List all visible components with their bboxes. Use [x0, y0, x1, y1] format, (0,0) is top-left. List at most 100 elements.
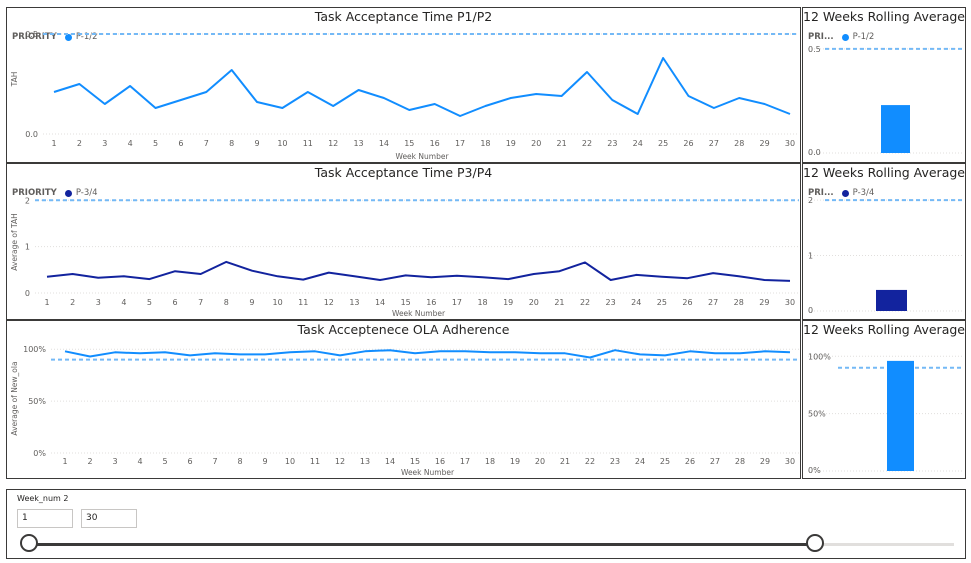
y-tick-label: 1 — [808, 252, 813, 261]
x-tick-label: 4 — [121, 298, 126, 307]
data-point — [327, 271, 330, 274]
ola-line-panel: Task Acceptenece OLA Adherence 0% 50% 100%… — [6, 320, 801, 479]
x-tick-label: 13 — [360, 457, 370, 466]
x-tick-label: 21 — [560, 457, 570, 466]
data-point — [714, 352, 717, 355]
x-tick-label: 16 — [430, 139, 440, 148]
x-tick-label: 6 — [173, 298, 178, 307]
data-point — [712, 272, 715, 275]
x-tick-label: 20 — [529, 298, 539, 307]
data-point — [276, 275, 279, 278]
week-slicer: Week_num 2 1 30 — [6, 489, 966, 559]
data-point — [189, 354, 192, 357]
data-point — [763, 279, 766, 282]
x-tick-label: 22 — [582, 139, 592, 148]
x-tick-label: 19 — [503, 298, 513, 307]
y-axis-title: Average of TAH — [10, 213, 19, 271]
x-tick-label: 24 — [633, 139, 643, 148]
data-point — [535, 93, 538, 96]
x-tick-label: 12 — [328, 139, 338, 148]
data-point — [97, 276, 100, 279]
p34-line-chart[interactable]: 0121 2 3 4 5 6 7 8 9 10 11 12 13 14 15 16 17 18 19 20 21 22 23… — [7, 164, 802, 321]
ola-rolling-bar-chart[interactable]: 0% 50% 100% — [803, 321, 967, 480]
data-point — [789, 113, 792, 116]
x-tick-label: 3 — [102, 139, 107, 148]
data-point — [509, 97, 512, 100]
data-point — [789, 279, 792, 282]
x-tick-label: 25 — [657, 298, 667, 307]
data-point — [264, 353, 267, 356]
data-point — [199, 272, 202, 275]
data-point — [664, 354, 667, 357]
data-point — [239, 353, 242, 356]
x-tick-label: 22 — [585, 457, 595, 466]
data-point — [585, 71, 588, 74]
data-point — [53, 91, 56, 94]
data-point — [484, 105, 487, 108]
series-line — [46, 260, 791, 282]
x-tick-label: 26 — [683, 139, 693, 148]
x-tick-label: 30 — [785, 457, 795, 466]
bar — [881, 105, 910, 153]
slicer-max-input[interactable]: 30 — [81, 509, 137, 528]
x-tick-label: 11 — [310, 457, 320, 466]
data-point — [357, 89, 360, 92]
data-point — [103, 103, 106, 106]
x-tick-label: 7 — [212, 457, 217, 466]
data-point — [89, 355, 92, 358]
x-tick-label: 7 — [204, 139, 209, 148]
data-point — [404, 274, 407, 277]
data-point — [148, 278, 151, 281]
data-point — [514, 351, 517, 354]
p34-rolling-bar-chart[interactable]: 0 1 2 — [803, 164, 967, 321]
data-point — [122, 275, 125, 278]
x-tick-label: 23 — [606, 298, 616, 307]
data-point — [306, 91, 309, 94]
x-tick-label: 6 — [178, 139, 183, 148]
y-tick-label: 50% — [28, 397, 46, 406]
data-point — [230, 69, 233, 72]
x-tick-label: 8 — [229, 139, 234, 148]
data-point — [78, 83, 81, 86]
data-point — [364, 350, 367, 353]
x-tick-label: 12 — [324, 298, 334, 307]
data-point — [539, 352, 542, 355]
ola-line-chart[interactable]: 0%50%100%1 2 3 4 5 6 7 8 9 10 11 12 13 14 15 16 17 18 19 20… — [7, 321, 802, 480]
data-point — [164, 351, 167, 354]
y-tick-label: 0% — [808, 466, 821, 475]
data-point — [179, 99, 182, 102]
data-point — [289, 351, 292, 354]
x-tick-label: 15 — [404, 139, 414, 148]
x-tick-label: 5 — [162, 457, 167, 466]
bar — [887, 360, 914, 471]
x-tick-label: 1 — [62, 457, 67, 466]
y-tick-label: 0.0 — [25, 130, 38, 139]
x-tick-label: 18 — [485, 457, 495, 466]
y-tick-label: 0.5 — [808, 45, 821, 54]
x-tick-label: 11 — [298, 298, 308, 307]
x-tick-label: 23 — [607, 139, 617, 148]
x-tick-label: 1 — [44, 298, 49, 307]
x-tick-label: 25 — [660, 457, 670, 466]
x-tick-label: 29 — [760, 139, 770, 148]
data-point — [712, 107, 715, 110]
p12-rolling-bar-chart[interactable]: 0.0 0.5 — [803, 8, 967, 164]
p12-line-chart[interactable]: 0.00.51 2 3 4 5 6 7 8 9 10 11 12 13 14 15 16 17 18 19 20 21 2… — [7, 8, 802, 164]
data-point — [532, 272, 535, 275]
p34-rolling-panel: 12 Weeks Rolling Average PRI... P-3/4 01… — [802, 163, 966, 320]
slicer-min-input[interactable]: 1 — [17, 509, 73, 528]
data-point — [686, 277, 689, 280]
slider-handle-max[interactable] — [806, 534, 824, 552]
data-point — [302, 278, 305, 281]
slider-handle-min[interactable] — [20, 534, 38, 552]
y-tick-label: 0.0 — [808, 148, 821, 157]
x-tick-label: 17 — [452, 298, 462, 307]
x-tick-label: 3 — [112, 457, 117, 466]
y-axis-title: TAH — [10, 72, 19, 88]
x-tick-label: 14 — [375, 298, 385, 307]
data-point — [660, 275, 663, 278]
x-axis-title: Week Number — [392, 309, 446, 318]
x-tick-label: 5 — [153, 139, 158, 148]
x-tick-label: 9 — [254, 139, 259, 148]
data-point — [389, 349, 392, 352]
